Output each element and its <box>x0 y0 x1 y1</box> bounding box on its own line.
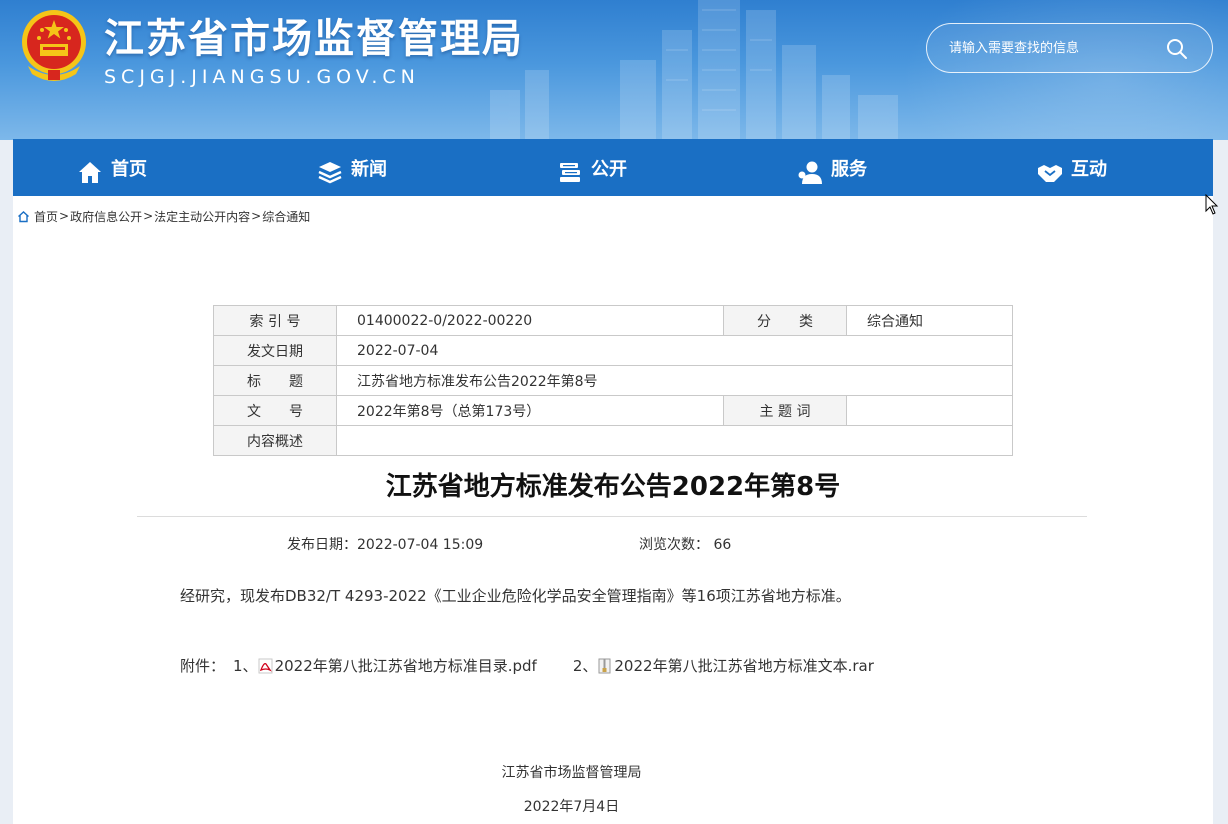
site-header: 江苏省市场监督管理局 SCJGJ.JIANGSU.GOV.CN <box>0 0 1228 140</box>
date-label: 发文日期 <box>213 335 337 366</box>
search-input[interactable] <box>949 36 1149 60</box>
attachment-index: 2、 <box>572 657 598 675</box>
article-title: 江苏省地方标准发布公告2022年第8号 <box>385 472 841 502</box>
signature-date: 2022年7月4日 <box>523 799 620 815</box>
content-panel: 首页 > 政府信息公开 > 法定主动公开内容 > 综合通知 索 引 号 0140… <box>13 196 1213 824</box>
breadcrumb: 首页 > 政府信息公开 > 法定主动公开内容 > 综合通知 <box>17 208 310 224</box>
keyword-value <box>846 395 1013 426</box>
summary-value <box>336 425 1013 456</box>
article-body: 经研究，现发布DB32/T 4293-2022《工业企业危险化学品安全管理指南》… <box>180 587 851 605</box>
docno-label: 文 号 <box>213 395 337 426</box>
date-value: 2022-07-04 <box>336 335 1013 366</box>
nav-item-interact[interactable]: 互动 <box>973 139 1213 196</box>
search-box <box>926 23 1213 73</box>
home-icon <box>79 162 101 183</box>
signature-org: 江苏省市场监督管理局 <box>501 765 642 781</box>
attachment-index: 1、 <box>233 657 258 675</box>
table-row: 标 题 江苏省地方标准发布公告2022年第8号 <box>213 365 1013 396</box>
breadcrumb-item-gov-info[interactable]: 政府信息公开 <box>70 208 142 225</box>
nav-item-label: 公开 <box>591 159 627 180</box>
attachment-label: 附件： <box>180 657 226 675</box>
view-count: 浏览次数： 66 <box>639 537 732 553</box>
site-domain: SCJGJ.JIANGSU.GOV.CN <box>104 66 420 88</box>
books-icon <box>560 163 580 182</box>
search-icon[interactable] <box>1165 37 1189 61</box>
attachment-name: 2022年第八批江苏省地方标准文本.rar <box>614 657 874 675</box>
docno-value: 2022年第8号（总第173号） <box>336 395 724 426</box>
table-row: 文 号 2022年第8号（总第173号） 主 题 词 <box>213 395 1013 426</box>
nav-item-news[interactable]: 新闻 <box>253 139 493 196</box>
title-value: 江苏省地方标准发布公告2022年第8号 <box>336 365 1013 396</box>
nav-item-home[interactable]: 首页 <box>13 139 253 196</box>
breadcrumb-separator: > <box>59 209 70 223</box>
breadcrumb-item-home[interactable]: 首页 <box>34 208 58 225</box>
index-label: 索 引 号 <box>213 305 337 336</box>
breadcrumb-separator: > <box>251 209 262 223</box>
nav-item-label: 互动 <box>1071 159 1107 180</box>
nav-item-label: 服务 <box>831 159 867 180</box>
table-row: 发文日期 2022-07-04 <box>213 335 1013 366</box>
keyword-label: 主 题 词 <box>723 395 847 426</box>
table-row: 索 引 号 01400022-0/2022-00220 分 类 综合通知 <box>213 305 1013 336</box>
summary-label: 内容概述 <box>213 425 337 456</box>
attachments: 附件： 1、 2022年第八批江苏省地方标准目录.pdf 2、 2022年第八批… <box>180 655 874 676</box>
document-meta-table: 索 引 号 01400022-0/2022-00220 分 类 综合通知 发文日… <box>213 305 1013 456</box>
index-value: 01400022-0/2022-00220 <box>336 305 724 336</box>
nav-item-service[interactable]: 服务 <box>733 139 973 196</box>
national-emblem-icon <box>22 10 86 81</box>
breadcrumb-item-notice[interactable]: 综合通知 <box>262 208 310 225</box>
user-service-icon <box>798 161 822 184</box>
layers-icon <box>318 162 342 184</box>
category-value: 综合通知 <box>846 305 1013 336</box>
category-label: 分 类 <box>723 305 847 336</box>
publish-date: 发布日期：2022-07-04 15:09 <box>287 537 484 553</box>
site-title[interactable]: 江苏省市场监督管理局 <box>104 6 524 64</box>
attachment-link-rar[interactable]: 2022年第八批江苏省地方标准文本.rar <box>597 655 874 676</box>
attachment-link-pdf[interactable]: 2022年第八批江苏省地方标准目录.pdf <box>258 655 537 676</box>
main-nav: 首页 新闻 公开 服务 互动 <box>13 139 1213 196</box>
title-label: 标 题 <box>213 365 337 396</box>
breadcrumb-separator: > <box>143 209 154 223</box>
home-outline-icon <box>18 210 29 222</box>
city-skyline-decoration <box>490 0 898 140</box>
mouse-cursor-icon <box>1205 194 1219 215</box>
nav-item-public[interactable]: 公开 <box>493 139 733 196</box>
archive-icon <box>598 658 611 673</box>
nav-item-label: 新闻 <box>351 159 387 180</box>
divider <box>137 516 1087 517</box>
table-row: 内容概述 <box>213 425 1013 456</box>
attachment-name: 2022年第八批江苏省地方标准目录.pdf <box>274 657 537 675</box>
pdf-icon <box>258 658 273 673</box>
nav-item-label: 首页 <box>111 159 147 180</box>
breadcrumb-item-statutory[interactable]: 法定主动公开内容 <box>154 208 250 225</box>
handshake-icon <box>1038 165 1062 182</box>
